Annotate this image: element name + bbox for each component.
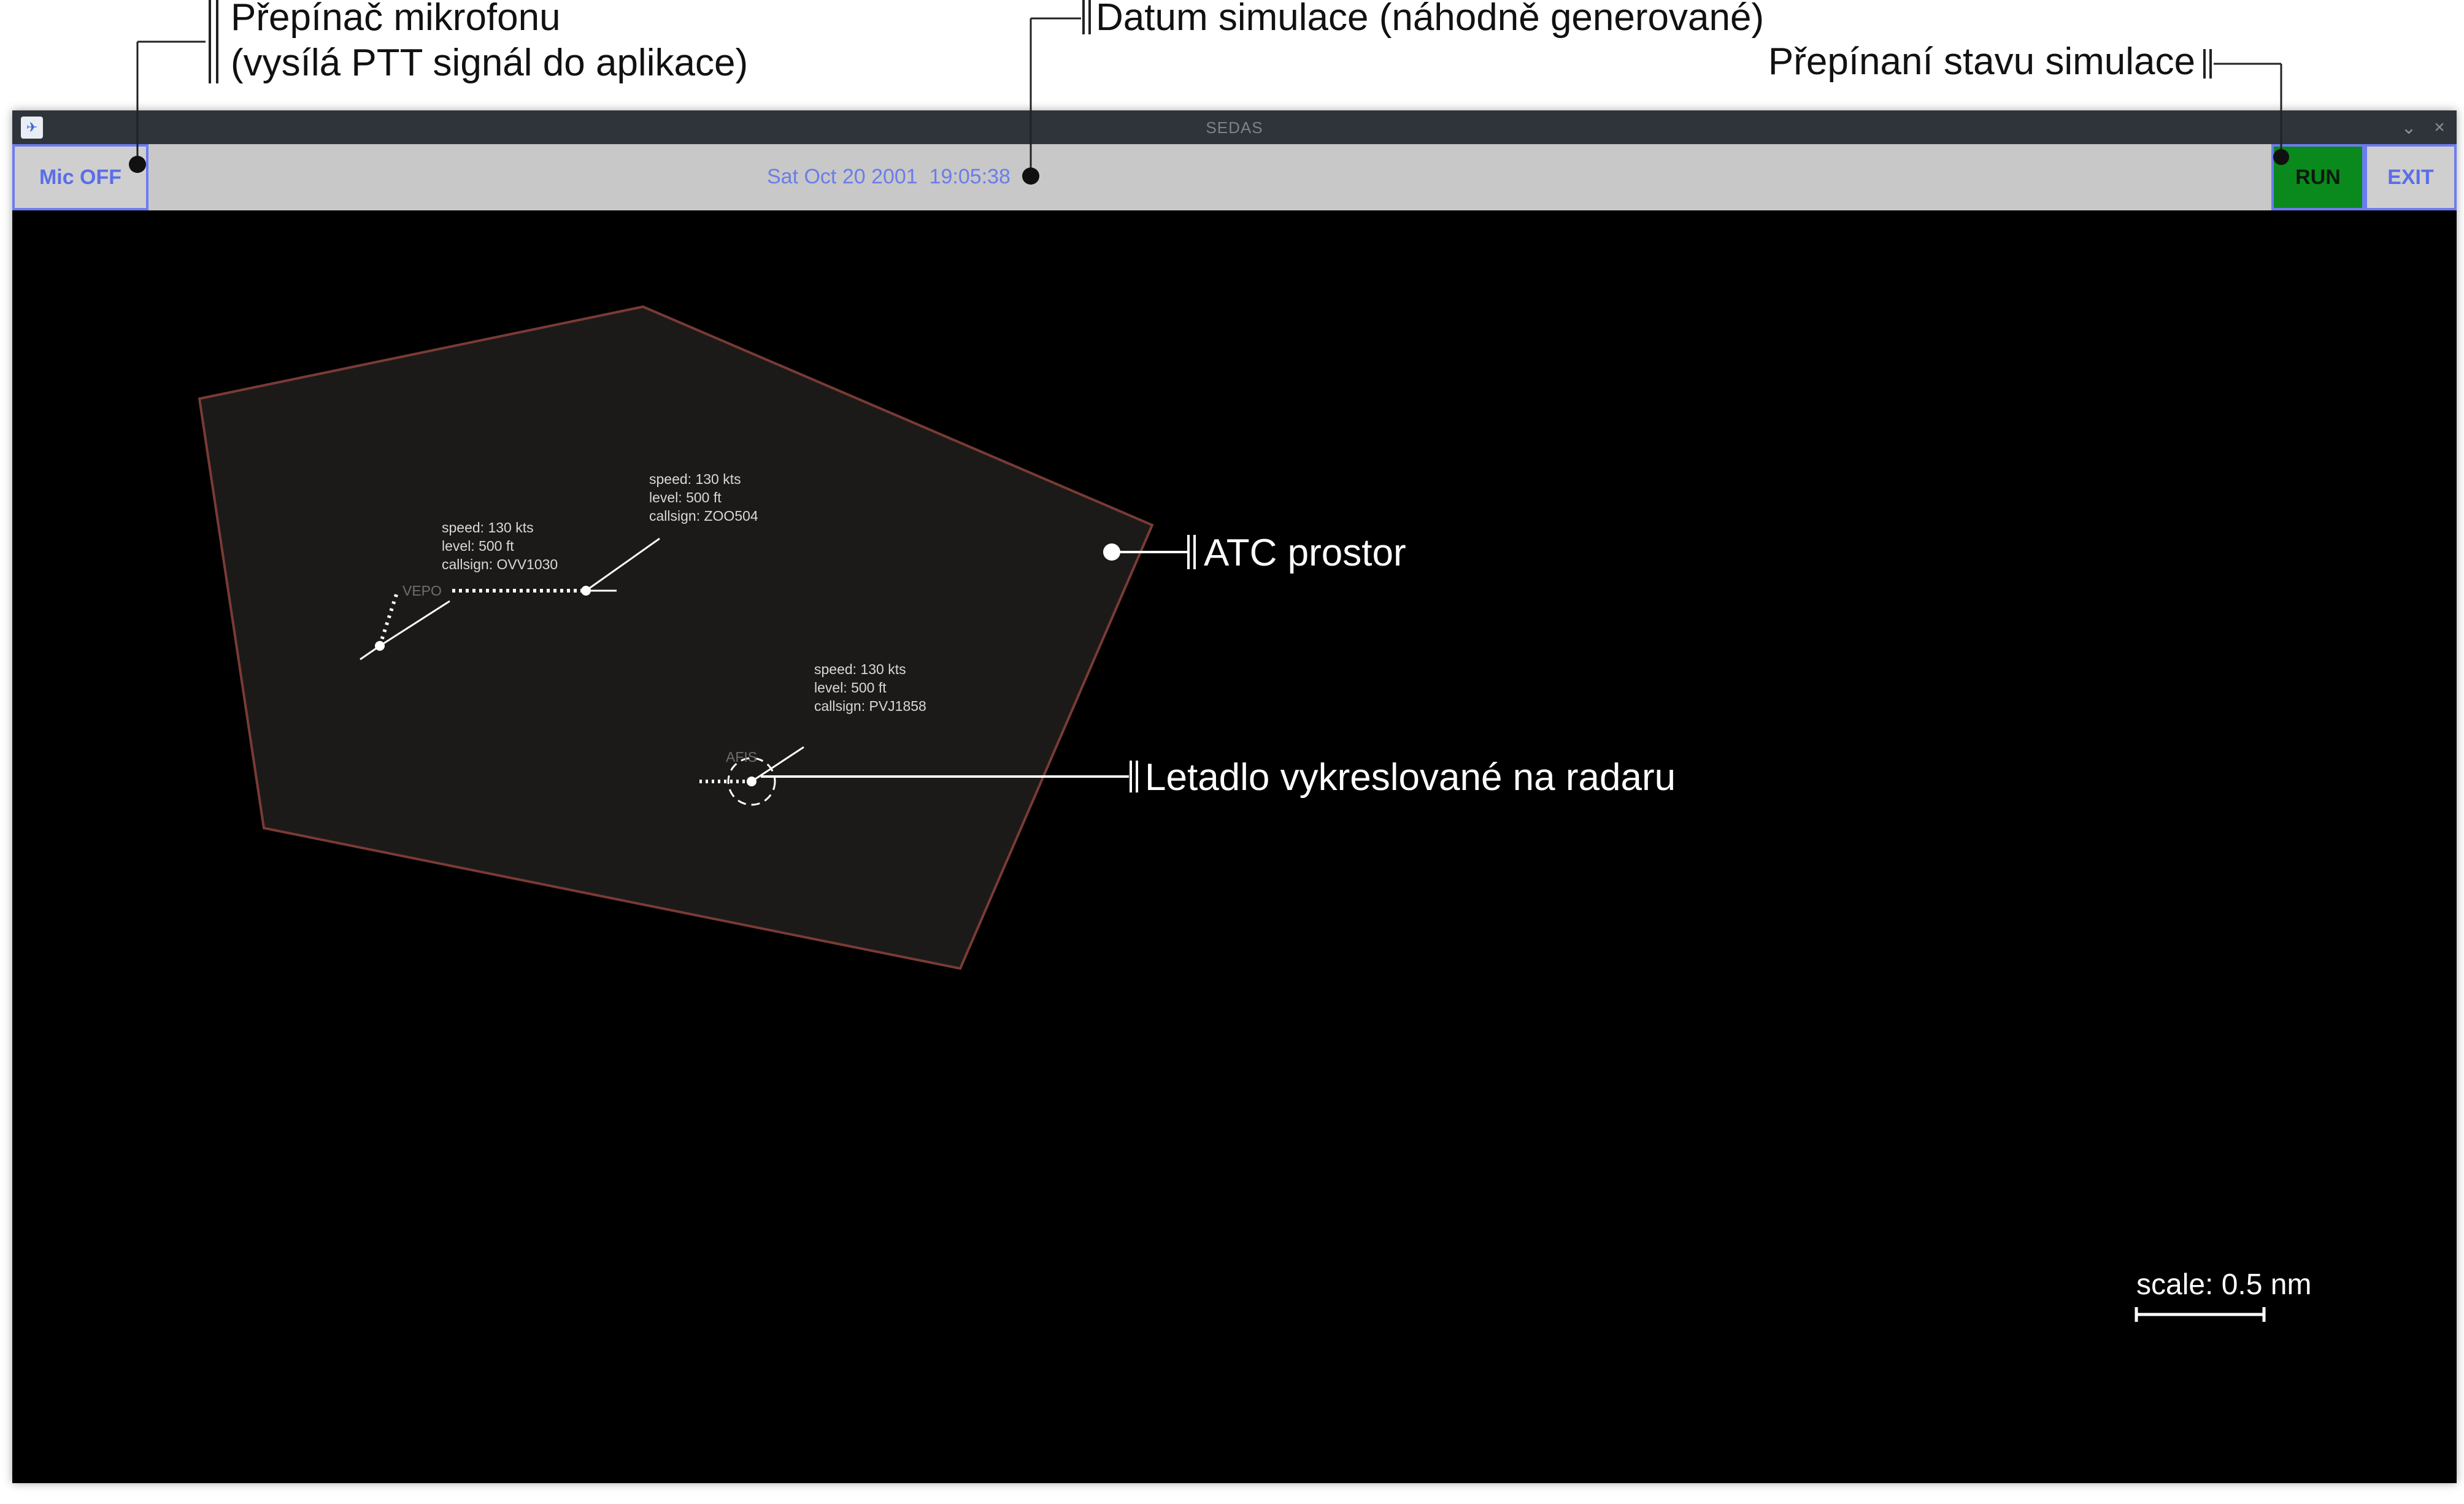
aircraft-ovv1030-blip[interactable] — [375, 641, 385, 651]
aircraft-level-label: level: 500 ft — [442, 538, 514, 554]
radar-view[interactable]: VEPO speed: 130 kts level: 500 ft callsi… — [12, 210, 2457, 1483]
radar-canvas[interactable]: VEPO speed: 130 kts level: 500 ft callsi… — [12, 210, 2457, 1483]
aircraft-speed-label: speed: 130 kts — [442, 520, 534, 535]
scale-indicator: scale: 0.5 nm — [2135, 1268, 2311, 1322]
window-titlebar[interactable]: ✈ SEDAS ⌄ × — [12, 110, 2457, 144]
scale-label: scale: 0.5 nm — [2136, 1268, 2311, 1301]
minimize-icon[interactable]: ⌄ — [2397, 115, 2421, 140]
aircraft-callsign-label: callsign: PVJ1858 — [814, 698, 926, 714]
aircraft-pvj1858-blip[interactable] — [747, 777, 757, 786]
run-button[interactable]: RUN — [2271, 144, 2365, 210]
atc-airspace-polygon — [198, 305, 1154, 970]
annotation-sim-state-text: Přepínaní stavu simulace — [1768, 40, 2195, 83]
waypoint-label: VEPO — [402, 583, 442, 599]
simulation-date: Sat Oct 20 2001 19:05:38 — [767, 165, 1011, 188]
window-title: SEDAS — [1206, 118, 1263, 137]
close-icon[interactable]: × — [2427, 115, 2452, 140]
toolbar: Mic OFF Sat Oct 20 2001 19:05:38 RUN EXI… — [12, 144, 2457, 210]
aircraft-callsign-label: callsign: ZOO504 — [649, 508, 758, 524]
annotation-mic-line2: (vysílá PTT signál do aplikace) — [231, 42, 748, 84]
app-window: ✈ SEDAS ⌄ × Mic OFF Sat Oct 20 2001 19:0… — [12, 110, 2457, 1483]
aircraft-level-label: level: 500 ft — [814, 680, 887, 696]
mic-toggle-button[interactable]: Mic OFF — [12, 144, 148, 210]
aircraft-speed-label: speed: 130 kts — [814, 661, 906, 677]
aircraft-level-label: level: 500 ft — [649, 489, 722, 505]
waypoint-label: AFIS — [726, 749, 757, 765]
aircraft-zoo504-blip[interactable] — [581, 586, 591, 596]
annotation-sim-date-text: Datum simulace (náhodně generované) — [1096, 0, 1764, 39]
aircraft-speed-label: speed: 130 kts — [649, 471, 741, 487]
annotation-mic-line1: Přepínač mikrofonu — [231, 0, 561, 39]
screenshot-stage: ✈ SEDAS ⌄ × Mic OFF Sat Oct 20 2001 19:0… — [0, 0, 2464, 1504]
exit-button[interactable]: EXIT — [2365, 144, 2457, 210]
aircraft-callsign-label: callsign: OVV1030 — [442, 556, 558, 572]
